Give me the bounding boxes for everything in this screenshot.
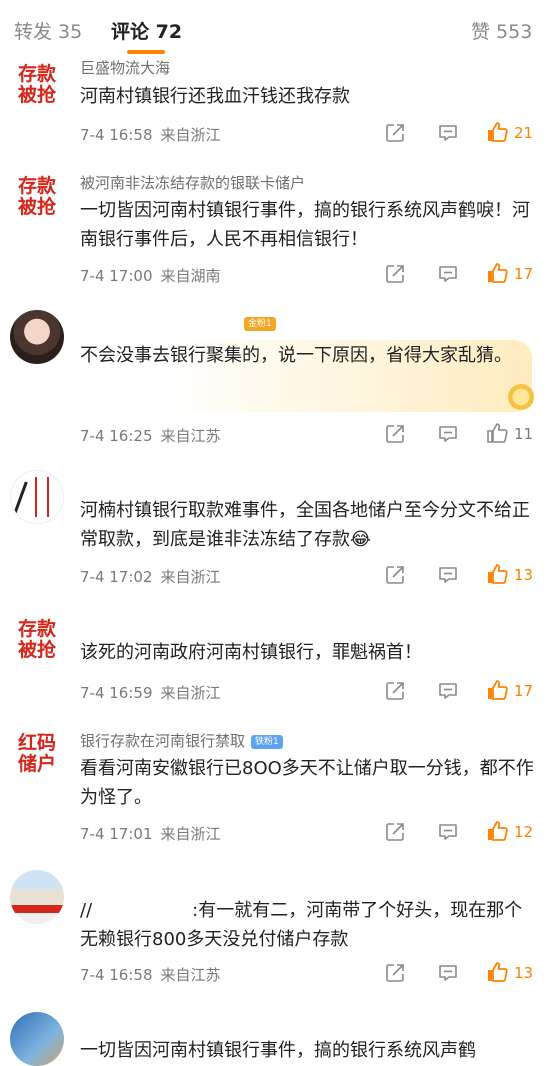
share-icon[interactable] bbox=[384, 423, 406, 445]
comment-location: 来自江苏 bbox=[160, 966, 221, 984]
comment-location: 来自浙江 bbox=[160, 126, 221, 144]
avatar[interactable] bbox=[10, 310, 64, 364]
avatar-text-line: 被抢 bbox=[17, 639, 56, 661]
comment-text: 看看河南安徽银行已8OO多天不让储户取一分钱，都不作为怪了。 bbox=[80, 758, 534, 808]
comment-location: 来自湖南 bbox=[160, 267, 221, 285]
comment-icon[interactable] bbox=[437, 821, 459, 843]
avatar-text-line: 被抢 bbox=[17, 196, 56, 218]
share-icon[interactable] bbox=[384, 122, 406, 144]
fan-badge: 金粉1 bbox=[238, 313, 276, 332]
comment-meta: 7-4 17:02 来自浙江 bbox=[80, 566, 221, 587]
comment-meta: 7-4 16:59 来自浙江 bbox=[80, 682, 221, 703]
like-count: 21 bbox=[514, 124, 534, 142]
fan-badge-label: 金粉1 bbox=[244, 317, 276, 331]
username[interactable]: 被河南非法冻结存款的银联卡储户 bbox=[80, 172, 305, 193]
comment-icon[interactable] bbox=[437, 423, 459, 445]
avatar[interactable]: 存款 被抢 bbox=[10, 58, 64, 112]
avatar-text-line: 存款 bbox=[17, 175, 56, 197]
comment-text: 河南村镇银行还我血汗钱还我存款 bbox=[80, 86, 350, 107]
comment-meta: 7-4 16:58 来自江苏 bbox=[80, 964, 221, 985]
comment-meta: 7-4 17:01 来自浙江 bbox=[80, 823, 221, 844]
comment-body: :有一就有二，河南带了个好头，现在那个无赖银行800多天没兑付储户存款 bbox=[80, 900, 523, 950]
avatar[interactable]: 存款 被抢 bbox=[10, 170, 64, 224]
thumbs-up-icon[interactable] bbox=[486, 121, 508, 143]
comment-text: 一切皆因河南村镇银行事件，搞的银行系统风声鹤唳！河南银行事件后，人民不再相信银行… bbox=[80, 200, 530, 250]
share-icon[interactable] bbox=[384, 962, 406, 984]
share-icon[interactable] bbox=[384, 564, 406, 586]
comment-time: 7-4 16:25 bbox=[80, 427, 153, 445]
avatar-text-line: 被抢 bbox=[17, 84, 56, 106]
username[interactable]: 银行存款在河南银行禁取 铁粉1 bbox=[80, 730, 283, 751]
avatar[interactable]: 红码 储户 bbox=[10, 727, 64, 781]
active-tab-indicator bbox=[127, 50, 165, 54]
comment-location: 来自江苏 bbox=[160, 427, 221, 445]
comment-icon[interactable] bbox=[437, 564, 459, 586]
tab-comments[interactable]: 评论 72 bbox=[111, 17, 182, 44]
like-count: 17 bbox=[514, 682, 534, 700]
tab-likes[interactable]: 赞 553 bbox=[471, 17, 532, 44]
comment-location: 来自浙江 bbox=[160, 825, 221, 843]
tab-repost[interactable]: 转发 35 bbox=[14, 17, 82, 44]
thumbs-up-icon[interactable] bbox=[486, 262, 508, 284]
comment-icon[interactable] bbox=[437, 122, 459, 144]
avatar-text-line: 存款 bbox=[17, 63, 56, 85]
username[interactable]: 巨盛物流大海 bbox=[80, 57, 170, 78]
comment-text: 一切皆因河南村镇银行事件，搞的银行系统风声鹤 bbox=[80, 1040, 476, 1061]
share-icon[interactable] bbox=[384, 821, 406, 843]
comment-time: 7-4 17:01 bbox=[80, 825, 153, 843]
thumbs-up-icon[interactable] bbox=[486, 563, 508, 585]
repost-prefix: // bbox=[80, 900, 93, 921]
like-count: 12 bbox=[514, 823, 534, 841]
comment-time: 7-4 16:58 bbox=[80, 126, 153, 144]
comment-time: 7-4 16:59 bbox=[80, 684, 153, 702]
comment-icon[interactable] bbox=[437, 263, 459, 285]
avatar[interactable] bbox=[10, 470, 64, 524]
gold-medal-icon bbox=[508, 384, 534, 410]
comment-location: 来自浙江 bbox=[160, 684, 221, 702]
share-icon[interactable] bbox=[384, 680, 406, 702]
comment-icon[interactable] bbox=[437, 962, 459, 984]
comment-time: 7-4 17:00 bbox=[80, 267, 153, 285]
avatar[interactable]: 存款 被抢 bbox=[10, 613, 64, 667]
like-count: 13 bbox=[514, 566, 534, 584]
avatar-text-line: 红码 bbox=[17, 732, 56, 754]
comment-icon[interactable] bbox=[437, 680, 459, 702]
thumbs-up-icon[interactable] bbox=[486, 820, 508, 842]
avatar-text-line: 存款 bbox=[17, 618, 56, 640]
like-count: 11 bbox=[514, 425, 534, 443]
like-count: 17 bbox=[514, 265, 534, 283]
like-count: 13 bbox=[514, 964, 534, 982]
comment-meta: 7-4 17:00 来自湖南 bbox=[80, 265, 221, 286]
comment-text: 该死的河南政府河南村镇银行，罪魁祸首！ bbox=[80, 642, 422, 663]
avatar[interactable] bbox=[10, 870, 64, 924]
thumbs-up-icon[interactable] bbox=[486, 679, 508, 701]
comment-tabs: 转发 35 评论 72 赞 553 bbox=[0, 0, 557, 58]
comment-text: 不会没事去银行聚集的，说一下原因，省得大家乱猜。 bbox=[80, 345, 512, 366]
thumbs-up-icon[interactable] bbox=[486, 961, 508, 983]
comment-meta: 7-4 16:58 来自浙江 bbox=[80, 124, 221, 145]
comment-location: 来自浙江 bbox=[160, 568, 221, 586]
comment-time: 7-4 16:58 bbox=[80, 966, 153, 984]
comment-time: 7-4 17:02 bbox=[80, 568, 153, 586]
comment-text: 河楠村镇银行取款难事件，全国各地储户至今分文不给正常取款，到底是谁非法冻结了存款… bbox=[80, 500, 530, 550]
username-text: 银行存款在河南银行禁取 bbox=[80, 732, 246, 750]
comment-meta: 7-4 16:25 来自江苏 bbox=[80, 425, 221, 446]
fan-badge: 铁粉1 bbox=[251, 735, 283, 749]
thumbs-up-icon[interactable] bbox=[486, 422, 508, 444]
comment-text: //:有一就有二，河南带了个好头，现在那个无赖银行800多天没兑付储户存款 bbox=[80, 896, 540, 954]
share-icon[interactable] bbox=[384, 263, 406, 285]
avatar-text-line: 储户 bbox=[17, 753, 56, 775]
